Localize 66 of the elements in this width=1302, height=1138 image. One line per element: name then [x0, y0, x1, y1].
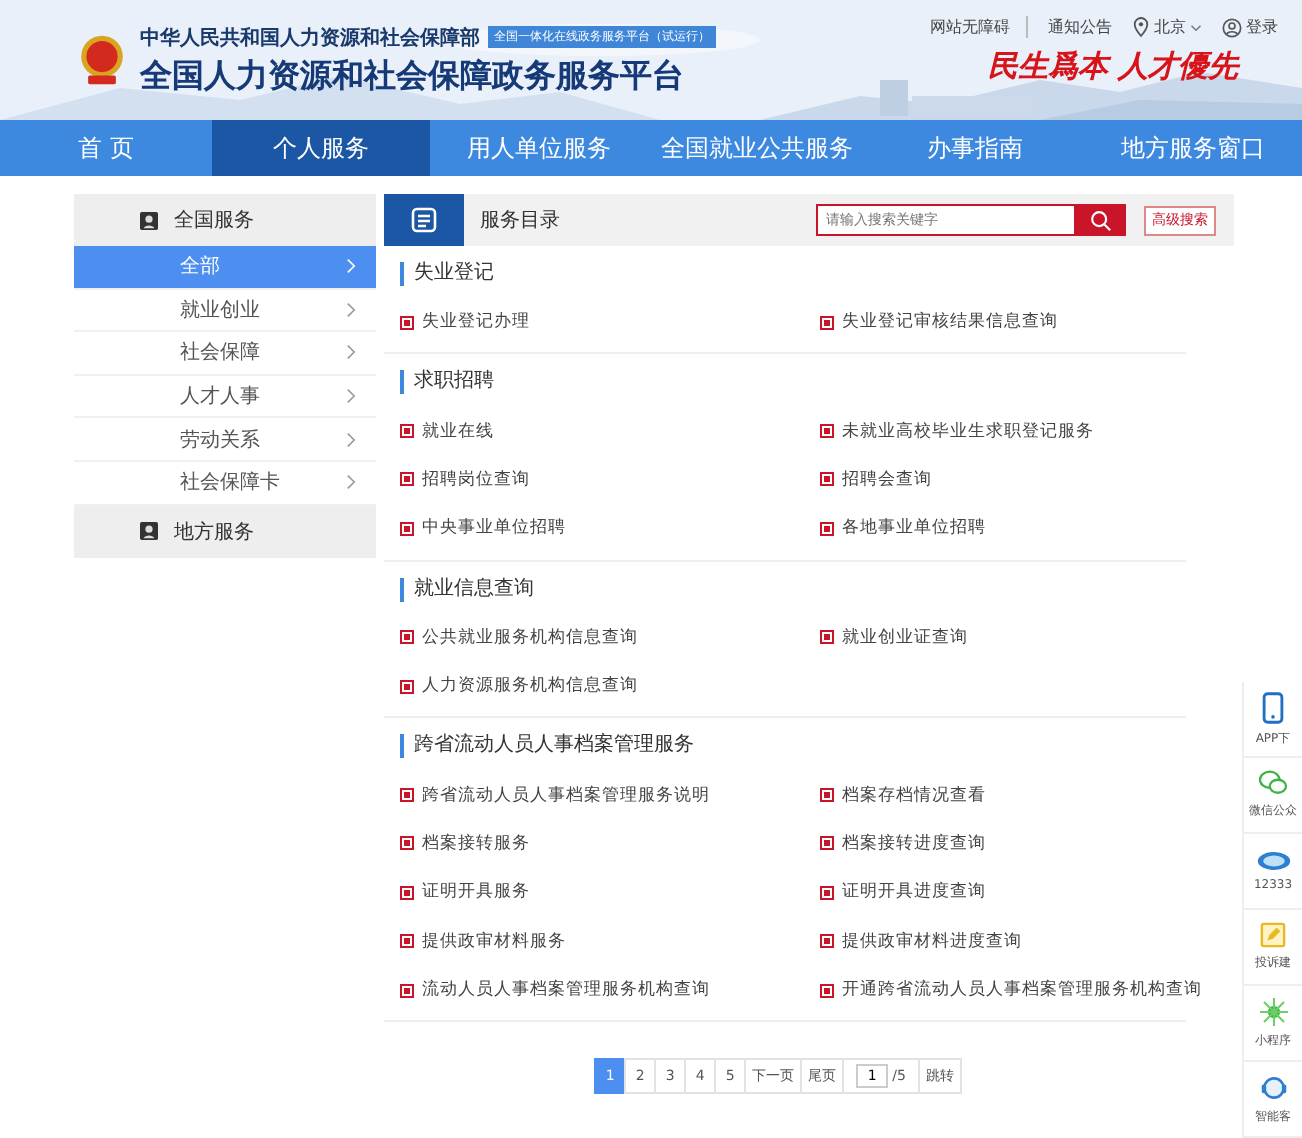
chevron-icon	[346, 474, 356, 491]
headset-icon	[1259, 1073, 1287, 1101]
edit-note-icon	[1260, 922, 1286, 948]
chevron-icon	[346, 258, 356, 275]
catalog-icon	[384, 194, 464, 246]
nav-tab[interactable]: 办事指南	[866, 120, 1084, 176]
chat-bubbles-icon	[1258, 770, 1288, 796]
site-title: 全国人力资源和社会保障政务服务平台	[140, 55, 686, 97]
service-link[interactable]: 未就业高校毕业生求职登记服务	[804, 406, 1186, 456]
ministry-name: 中华人民共和国人力资源和社会保障部	[140, 24, 480, 51]
location-selector[interactable]: 北京	[1132, 16, 1202, 38]
starburst-icon	[1259, 997, 1287, 1025]
service-icon	[140, 522, 158, 541]
header-link[interactable]: 通知公告	[1048, 16, 1112, 38]
service-link[interactable]: 流动人员人事档案管理服务机构查询	[384, 965, 804, 1015]
catalog-title: 服务目录	[480, 208, 562, 234]
sidebar-item[interactable]: 人才人事	[74, 375, 376, 419]
service-link[interactable]: 开通跨省流动人员人事档案管理服务机构查询	[804, 965, 1202, 1015]
section-heading: 求职招聘	[400, 370, 1186, 395]
service-icon	[140, 211, 158, 229]
service-link[interactable]: 证明开具服务	[384, 868, 804, 918]
section-heading: 跨省流动人员人事档案管理服务	[400, 734, 1186, 759]
service-link[interactable]: 跨省流动人员人事档案管理服务说明	[384, 770, 804, 820]
service-link[interactable]: 中央事业单位招聘	[384, 504, 804, 554]
login-link[interactable]: 登录	[1222, 16, 1278, 38]
service-link[interactable]: 提供政审材料进度查询	[804, 917, 1202, 966]
service-link[interactable]: 提供政审材料服务	[384, 917, 804, 966]
search-icon	[1090, 209, 1112, 231]
service-link[interactable]: 档案接转服务	[384, 819, 804, 869]
service-link[interactable]: 人力资源服务机构信息查询	[384, 661, 804, 711]
chevron-icon	[346, 344, 356, 361]
emblem-icon	[76, 32, 128, 88]
service-link[interactable]: 档案接转进度查询	[804, 819, 1202, 869]
sidebar-group-header[interactable]: 全国服务	[74, 194, 376, 246]
chevron-icon	[346, 388, 356, 405]
nav-tab[interactable]: 首 页	[0, 120, 212, 176]
service-link[interactable]: 就业在线	[384, 406, 804, 456]
sidebar-item[interactable]: 劳动关系	[74, 418, 376, 462]
caret-icon	[1190, 23, 1202, 31]
sidebar-item[interactable]: 社会保障	[74, 332, 376, 376]
chevron-icon	[346, 431, 356, 448]
search-button[interactable]	[1076, 204, 1126, 236]
user-icon	[1222, 17, 1242, 37]
nav-tab[interactable]: 全国就业公共服务	[648, 120, 866, 176]
section-heading: 就业信息查询	[400, 577, 1186, 602]
nav-tab[interactable]: 地方服务窗口	[1084, 120, 1302, 176]
chevron-icon	[346, 301, 356, 318]
phone-icon	[1262, 691, 1284, 723]
nav-tab[interactable]: 个人服务	[212, 120, 430, 176]
service-link[interactable]: 失业登记办理	[384, 298, 804, 347]
hotline-badge-icon	[1255, 850, 1291, 872]
sidebar-group-header[interactable]: 地方服务	[74, 505, 376, 558]
service-link[interactable]: 招聘岗位查询	[384, 455, 804, 505]
slogan: 民生爲本 人才優先	[987, 48, 1243, 86]
sidebar-item[interactable]: 就业创业	[74, 289, 376, 333]
nav-tab[interactable]: 用人单位服务	[430, 120, 648, 176]
service-link[interactable]: 档案存档情况查看	[804, 770, 1202, 820]
service-link[interactable]: 就业创业证查询	[804, 613, 1186, 662]
location-pin-icon	[1132, 16, 1150, 38]
service-link[interactable]: 失业登记审核结果信息查询	[804, 298, 1186, 347]
service-link[interactable]: 各地事业单位招聘	[804, 504, 1186, 554]
header-link[interactable]: 网站无障碍	[930, 16, 1028, 38]
service-link[interactable]: 公共就业服务机构信息查询	[384, 613, 804, 662]
section-heading: 失业登记	[400, 262, 1186, 286]
service-link[interactable]: 证明开具进度查询	[804, 868, 1202, 918]
service-link[interactable]: 招聘会查询	[804, 455, 1186, 505]
